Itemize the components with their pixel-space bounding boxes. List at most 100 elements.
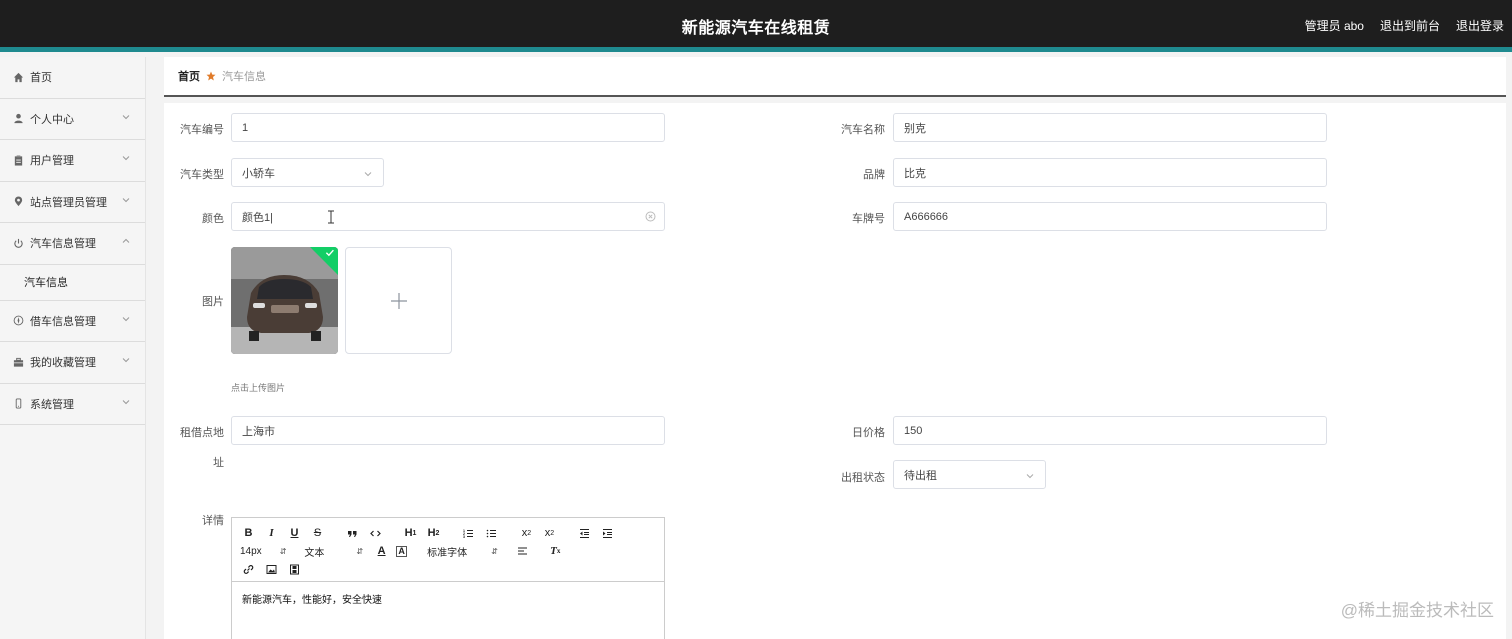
car-name-input[interactable]: 别克 xyxy=(893,113,1327,142)
select-caret-icon: ⇵ xyxy=(279,546,287,556)
sidebar-item-label: 首页 xyxy=(30,72,52,85)
brand-value: 比克 xyxy=(904,167,926,180)
power-icon xyxy=(12,237,24,249)
plate-label: 车牌号 xyxy=(852,213,885,225)
image-button[interactable] xyxy=(263,561,280,577)
svg-text:3: 3 xyxy=(463,535,465,539)
heading-1-button[interactable]: H1 xyxy=(402,525,419,541)
car-type-label: 汽车类型 xyxy=(180,169,224,181)
address-input[interactable]: 上海市 xyxy=(231,416,665,445)
heading-2-button[interactable]: H2 xyxy=(425,525,442,541)
home-icon xyxy=(12,71,24,83)
image-label: 图片 xyxy=(202,296,224,308)
bullet-list-icon xyxy=(486,529,496,537)
car-no-value: 1 xyxy=(242,121,249,134)
app-title: 新能源汽车在线租赁 xyxy=(681,20,831,37)
back-to-front-link[interactable]: 退出到前台 xyxy=(1380,17,1440,34)
italic-button[interactable]: I xyxy=(263,525,280,541)
blockquote-button[interactable] xyxy=(344,525,361,541)
sidebar-subitem-car-info[interactable]: 汽车信息 xyxy=(0,264,145,301)
image-icon xyxy=(266,564,277,574)
quote-icon xyxy=(348,530,357,537)
car-name-value: 别克 xyxy=(904,122,926,135)
sidebar-item-car-info-management[interactable]: 汽车信息管理 xyxy=(0,223,145,265)
daily-price-input[interactable]: 150 xyxy=(893,416,1327,445)
color-input[interactable]: 颜色1| xyxy=(231,202,665,231)
check-icon xyxy=(325,249,334,257)
breadcrumb-home[interactable]: 首页 xyxy=(178,68,200,84)
clear-format-button[interactable]: Tx xyxy=(547,543,564,559)
clipboard-icon xyxy=(12,154,24,166)
address-value: 上海市 xyxy=(242,425,275,438)
watermark: @稀土掘金技术社区 xyxy=(1340,601,1494,620)
editor-content[interactable]: 新能源汽车，性能好，安全快速 xyxy=(232,582,664,615)
car-type-value: 小轿车 xyxy=(242,167,275,180)
background-color-button[interactable]: A xyxy=(396,545,408,557)
video-button[interactable] xyxy=(286,561,303,577)
sidebar-item-label: 系统管理 xyxy=(30,398,74,411)
outdent-icon xyxy=(580,528,589,538)
sidebar-item-borrow-info-management[interactable]: 借车信息管理 xyxy=(0,301,145,342)
car-type-select[interactable]: 小轿车 xyxy=(231,158,384,187)
car-no-input[interactable]: 1 xyxy=(231,113,665,142)
indent-icon xyxy=(603,528,612,538)
indent-button[interactable] xyxy=(599,525,616,541)
plus-icon xyxy=(390,292,407,309)
align-button[interactable] xyxy=(514,543,531,559)
film-icon xyxy=(290,564,299,574)
phone-icon xyxy=(12,398,24,410)
underline-button[interactable]: U xyxy=(286,525,303,541)
strikethrough-button[interactable]: S xyxy=(309,525,326,541)
chevron-down-icon xyxy=(121,195,131,205)
select-caret-icon: ⇵ xyxy=(491,546,498,556)
font-color-button[interactable]: A xyxy=(373,543,390,559)
code-block-button[interactable] xyxy=(367,525,384,541)
text-cursor-icon xyxy=(327,210,335,224)
chevron-down-icon xyxy=(121,153,131,163)
editor-toolbar: B I U S H1 H2 123 x2 x2 14px ⇵ 文本 ⇵ A A … xyxy=(232,518,664,582)
sidebar-item-label: 借车信息管理 xyxy=(30,315,96,328)
rent-status-value: 待出租 xyxy=(904,469,937,482)
sidebar-item-site-admin-management[interactable]: 站点管理员管理 xyxy=(0,182,145,223)
chevron-down-icon xyxy=(363,169,373,179)
user-icon xyxy=(12,113,24,125)
brand-input[interactable]: 比克 xyxy=(893,158,1327,187)
sidebar-item-user-management[interactable]: 用户管理 xyxy=(0,140,145,182)
sidebar: 首页 个人中心 用户管理 站点管理员管理 汽车信息管理 汽车信息 借车信息管理 … xyxy=(0,57,146,639)
link-icon xyxy=(243,564,254,574)
select-caret-icon: ⇵ xyxy=(356,546,364,556)
add-image-button[interactable] xyxy=(345,247,452,354)
color-label: 颜色 xyxy=(202,213,224,225)
font-family-value: 标准字体 xyxy=(427,547,468,559)
subscript-button[interactable]: x2 xyxy=(518,525,535,541)
clear-icon[interactable] xyxy=(645,211,656,222)
top-header: 新能源汽车在线租赁 管理员 abo 退出到前台 退出登录 xyxy=(0,0,1512,52)
plate-input[interactable]: A666666 xyxy=(893,202,1327,231)
breadcrumb-separator-icon xyxy=(206,71,216,81)
rent-status-select[interactable]: 待出租 xyxy=(893,460,1046,489)
bullet-list-button[interactable] xyxy=(483,525,500,541)
sidebar-item-personal-center[interactable]: 个人中心 xyxy=(0,99,145,140)
map-pin-icon xyxy=(12,196,24,208)
address-label: 租借点地 xyxy=(180,427,224,439)
font-family-select[interactable]: 标准字体 ⇵ xyxy=(427,544,498,559)
outdent-button[interactable] xyxy=(576,525,593,541)
code-icon xyxy=(370,530,381,536)
sidebar-item-system-management[interactable]: 系统管理 xyxy=(0,384,145,425)
car-no-label: 汽车编号 xyxy=(180,124,224,136)
font-size-select[interactable]: 14px ⇵ xyxy=(240,546,286,557)
superscript-button[interactable]: x2 xyxy=(541,525,558,541)
main-content: 首页 汽车信息 汽车编号 1 汽车名称 别克 汽车类型 小轿车 品牌 比克 颜色… xyxy=(148,57,1512,639)
ordered-list-button[interactable]: 123 xyxy=(460,525,477,541)
logout-link[interactable]: 退出登录 xyxy=(1456,17,1504,34)
bold-button[interactable]: B xyxy=(240,525,257,541)
color-value: 颜色1| xyxy=(242,211,273,224)
text-type-select[interactable]: 文本 ⇵ xyxy=(304,544,363,559)
sidebar-item-home[interactable]: 首页 xyxy=(0,57,145,99)
car-info-form: 汽车编号 1 汽车名称 别克 汽车类型 小轿车 品牌 比克 颜色 颜色1| 车牌… xyxy=(164,103,1506,639)
ordered-list-icon: 123 xyxy=(463,529,473,539)
sidebar-item-favorites-management[interactable]: 我的收藏管理 xyxy=(0,342,145,384)
link-button[interactable] xyxy=(240,561,257,577)
compass-icon xyxy=(12,315,24,327)
uploaded-car-image[interactable] xyxy=(231,247,338,354)
